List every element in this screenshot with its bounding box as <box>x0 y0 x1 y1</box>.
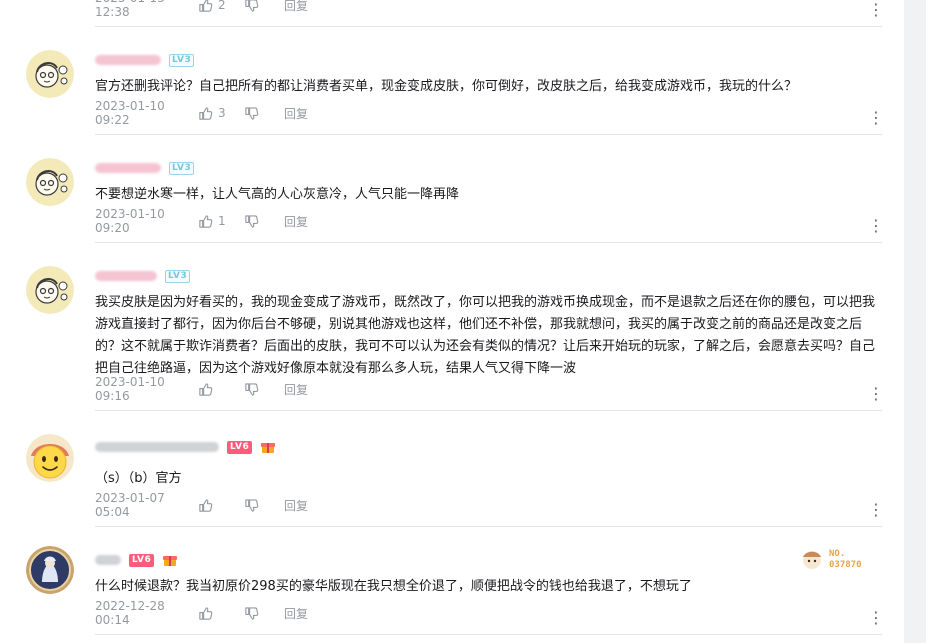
user-row: LV3 <box>95 50 195 70</box>
like-button[interactable] <box>198 382 244 397</box>
more-vertical-icon[interactable]: ⋮ <box>868 2 884 18</box>
comment-text: （s）（b）官方 <box>95 471 182 486</box>
more-vertical-icon[interactable]: ⋮ <box>868 110 884 126</box>
comment-time: 2022-12-28 00:14 <box>95 599 165 627</box>
comment-meta: 2023-01-10 09:16 回复 <box>95 375 308 403</box>
comment-meta: 2023-01-10 09:20 1 回复 <box>95 207 308 235</box>
fan-number-text: NO. 037870 <box>829 549 862 570</box>
comment-text: 不要想逆水寒一样，让人气高的人心灰意冷，人气只能一降再降 <box>95 187 460 202</box>
like-count: 2 <box>218 0 226 12</box>
reply-button[interactable]: 回复 <box>284 605 308 622</box>
comment-text: 什么时候退款？我当初原价298买的豪华版现在我只想全价退了，顺便把战令的钱也给我… <box>95 579 692 594</box>
comment-divider <box>95 242 882 243</box>
avatar[interactable] <box>26 50 74 98</box>
comment-time: 2023-01-07 05:04 <box>95 491 165 519</box>
dislike-button[interactable] <box>244 106 284 121</box>
like-button[interactable] <box>198 606 244 621</box>
gift-badge-icon <box>260 439 276 455</box>
comment-meta: 2023-01-13 12:38 2 回复 <box>95 0 308 19</box>
page-scroll-gutter <box>904 0 926 643</box>
comment-divider <box>95 26 882 27</box>
more-vertical-icon[interactable]: ⋮ <box>868 502 884 518</box>
thumb-up-icon <box>198 106 213 121</box>
comment-divider <box>95 134 882 135</box>
thumb-down-icon <box>244 214 284 229</box>
more-vertical-icon[interactable]: ⋮ <box>868 218 884 234</box>
dislike-button[interactable] <box>244 498 284 513</box>
comment-time: 2023-01-10 09:20 <box>95 207 165 235</box>
reply-button[interactable]: 回复 <box>284 105 308 122</box>
comment-meta: 2023-01-07 05:04 回复 <box>95 491 308 519</box>
reply-button[interactable]: 回复 <box>284 497 308 514</box>
comment-time: 2023-01-13 12:38 <box>95 0 165 19</box>
comment-divider <box>95 526 882 527</box>
avatar[interactable] <box>26 266 74 314</box>
level-badge: LV3 <box>169 161 195 175</box>
thumb-up-icon <box>198 214 213 229</box>
comment-text: 官方还删我评论？自己把所有的都让消费者买单，现金变成皮肤，你可倒好，改皮肤之后，… <box>95 79 798 94</box>
thumb-up-icon <box>198 0 213 13</box>
user-row: LV3 <box>95 266 191 286</box>
user-row: LV6 <box>95 437 276 457</box>
reply-button[interactable]: 回复 <box>284 213 308 230</box>
comment-meta: 2023-01-10 09:22 3 回复 <box>95 99 308 127</box>
dislike-button[interactable] <box>244 606 284 621</box>
reply-button[interactable]: 回复 <box>284 381 308 398</box>
level-badge: LV3 <box>169 53 195 67</box>
more-vertical-icon[interactable]: ⋮ <box>868 386 884 402</box>
dislike-button[interactable] <box>244 382 284 397</box>
comment-divider <box>95 410 882 411</box>
avatar[interactable] <box>26 158 74 206</box>
thumb-down-icon <box>244 498 284 513</box>
like-button[interactable]: 3 <box>198 106 244 121</box>
reply-button[interactable]: 回复 <box>284 0 308 14</box>
thumb-down-icon <box>244 606 284 621</box>
more-vertical-icon[interactable]: ⋮ <box>868 610 884 626</box>
thumb-down-icon <box>244 0 284 13</box>
gift-badge-icon <box>162 552 178 568</box>
comment-text: 我买皮肤是因为好看买的，我的现金变成了游戏币，既然改了，你可以把我的游戏币换成现… <box>95 295 876 376</box>
like-count: 3 <box>218 106 226 120</box>
level-badge: LV3 <box>165 269 191 283</box>
comment-time: 2023-01-10 09:22 <box>95 99 165 127</box>
like-button[interactable]: 2 <box>198 0 244 13</box>
username-blurred[interactable] <box>95 442 219 452</box>
like-count: 1 <box>218 214 226 228</box>
thumb-down-icon <box>244 382 284 397</box>
comment-time: 2023-01-10 09:16 <box>95 375 165 403</box>
username-blurred[interactable] <box>95 55 161 65</box>
like-button[interactable] <box>198 498 244 513</box>
comment-divider <box>95 634 882 635</box>
fan-number-badge: NO. 037870 <box>798 548 862 572</box>
dislike-button[interactable] <box>244 0 284 13</box>
thumb-down-icon <box>244 106 284 121</box>
comment-meta: 2022-12-28 00:14 回复 <box>95 599 308 627</box>
username-blurred[interactable] <box>95 271 157 281</box>
user-row: LV6 <box>95 550 178 570</box>
thumb-up-icon <box>198 382 213 397</box>
fan-badge-character-icon <box>803 551 821 569</box>
avatar[interactable] <box>26 546 74 594</box>
dislike-button[interactable] <box>244 214 284 229</box>
thumb-up-icon <box>198 606 213 621</box>
username-blurred[interactable] <box>95 163 161 173</box>
user-row: LV3 <box>95 158 195 178</box>
level-badge: LV6 <box>129 553 155 567</box>
avatar[interactable] <box>26 434 74 482</box>
thumb-up-icon <box>198 498 213 513</box>
like-button[interactable]: 1 <box>198 214 244 229</box>
username-blurred[interactable] <box>95 555 121 565</box>
level-badge: LV6 <box>227 440 253 454</box>
